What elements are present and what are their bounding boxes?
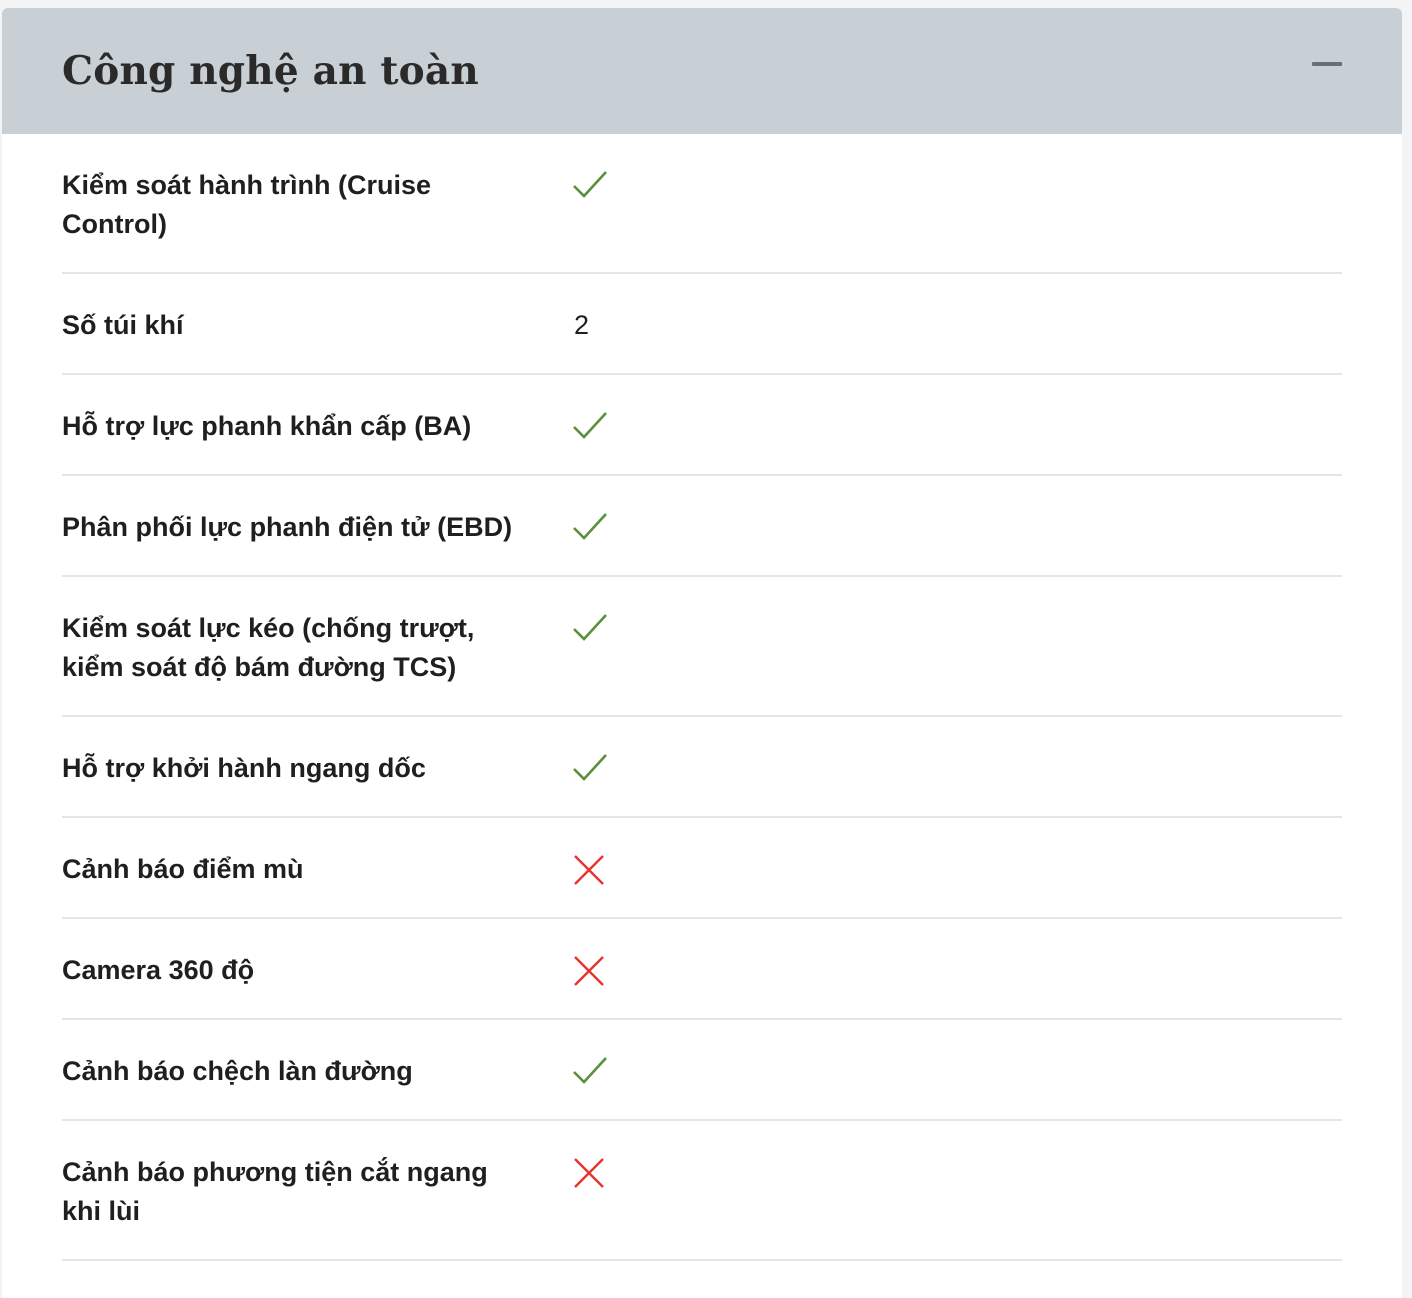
safety-tech-panel: Công nghệ an toàn Kiểm soát hành trình (… — [2, 8, 1402, 1298]
spec-value — [572, 609, 608, 648]
spec-value — [572, 850, 608, 889]
spec-label: Hỗ trợ lực phanh khẩn cấp (BA) — [62, 411, 472, 441]
cross-icon — [574, 956, 604, 986]
check-icon — [573, 513, 607, 540]
spec-row-camera-360: Camera 360 độ — [62, 919, 1342, 1020]
spec-value: 2 — [572, 306, 589, 345]
spec-value — [572, 508, 608, 547]
check-icon — [573, 171, 607, 198]
spec-row-brake-assist: Hỗ trợ lực phanh khẩn cấp (BA) — [62, 375, 1342, 476]
airbag-count: 2 — [574, 310, 590, 340]
spec-label: Kiểm soát lực kéo (chống trượt, kiểm soá… — [62, 613, 475, 682]
spec-row-blind-spot: Cảnh báo điểm mù — [62, 818, 1342, 919]
spec-label: Phân phối lực phanh điện tử (EBD) — [62, 512, 513, 542]
cross-icon — [574, 1158, 604, 1188]
check-icon — [573, 412, 607, 439]
spec-label: Kiểm soát hành trình (Cruise Control) — [62, 170, 432, 239]
spec-row-traction-control: Kiểm soát lực kéo (chống trượt, kiểm soá… — [62, 577, 1342, 717]
cross-icon — [574, 855, 604, 885]
spec-row-airbags: Số túi khí 2 — [62, 274, 1342, 375]
spec-list: Kiểm soát hành trình (Cruise Control) Số… — [62, 134, 1342, 1261]
spec-label: Hỗ trợ khởi hành ngang dốc — [62, 753, 426, 783]
spec-value — [572, 749, 608, 788]
spec-row-hill-start: Hỗ trợ khởi hành ngang dốc — [62, 717, 1342, 818]
spec-value — [572, 407, 608, 446]
spec-label: Số túi khí — [62, 310, 184, 340]
spec-value — [572, 1153, 608, 1192]
spec-label: Camera 360 độ — [62, 955, 255, 985]
spec-row-rear-cross-traffic: Cảnh báo phương tiện cắt ngang khi lùi — [62, 1121, 1342, 1261]
spec-value — [572, 951, 608, 990]
check-icon — [573, 614, 607, 641]
check-icon — [573, 754, 607, 781]
spec-row-lane-departure: Cảnh báo chệch làn đường — [62, 1020, 1342, 1121]
spec-label: Cảnh báo chệch làn đường — [62, 1056, 413, 1086]
spec-value — [572, 1052, 608, 1091]
spec-value — [572, 166, 608, 205]
minus-icon — [1312, 62, 1342, 66]
spec-label: Cảnh báo điểm mù — [62, 854, 304, 884]
collapse-toggle-button[interactable] — [1305, 50, 1345, 78]
check-icon — [573, 1057, 607, 1084]
spec-row-cruise-control: Kiểm soát hành trình (Cruise Control) — [62, 134, 1342, 274]
spec-label: Cảnh báo phương tiện cắt ngang khi lùi — [62, 1157, 488, 1226]
spec-row-ebd: Phân phối lực phanh điện tử (EBD) — [62, 476, 1342, 577]
panel-header[interactable]: Công nghệ an toàn — [2, 8, 1402, 134]
section-title: Công nghệ an toàn — [62, 48, 479, 94]
